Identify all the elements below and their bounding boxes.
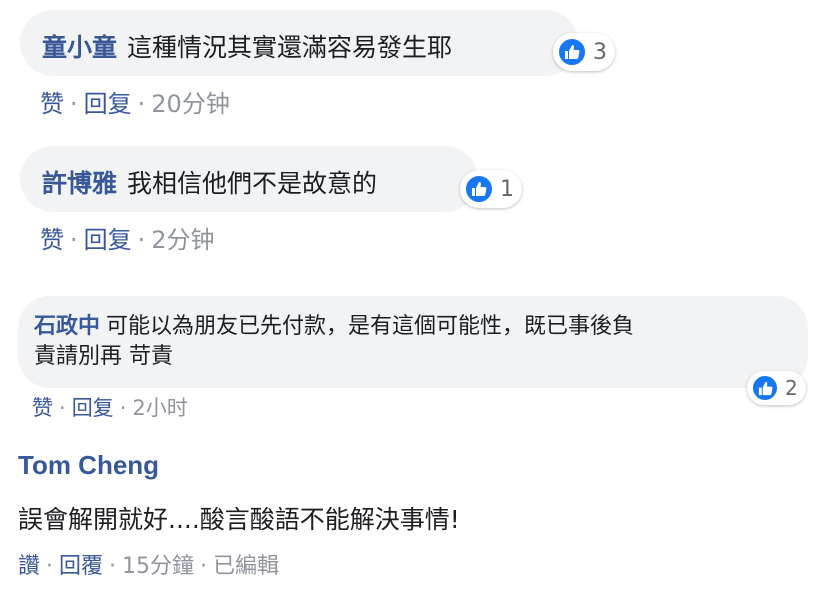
like-link[interactable]: 讚	[18, 554, 40, 579]
comment-text: 誤會解開就好....酸言酸語不能解決事情!	[18, 505, 460, 534]
separator-dot: ·	[200, 554, 208, 579]
reaction-count: 1	[500, 176, 514, 202]
separator-dot: ·	[46, 554, 54, 579]
timestamp[interactable]: 15分鐘	[122, 554, 194, 579]
comment-actions: 赞 · 回复 · 2小时	[32, 392, 188, 422]
reaction-count-badge[interactable]: 1	[460, 170, 522, 208]
comment-4: Tom Cheng 誤會解開就好....酸言酸語不能解決事情! 讚 · 回覆 · 15分…	[0, 438, 813, 596]
comment-actions: 赞 · 回复 · 2分钟	[40, 220, 215, 255]
reply-link[interactable]: 回复	[72, 396, 114, 420]
separator-dot: ·	[109, 554, 117, 579]
comment-text-line: 石政中 可能以為朋友已先付款，是有這個可能性，既已事後負	[34, 312, 808, 342]
comment-1: 童小童 這種情況其實還滿容易發生耶 3 赞 · 回复 · 20分钟	[0, 0, 722, 128]
reply-link[interactable]: 回复	[84, 226, 132, 254]
separator-dot: ·	[137, 90, 146, 118]
separator-dot: ·	[59, 396, 66, 420]
reaction-count-badge[interactable]: 3	[553, 33, 615, 71]
timestamp[interactable]: 2小时	[132, 396, 187, 420]
comment-text-line: 責請別再 苛責	[34, 344, 173, 369]
comment-2: 許博雅 我相信他們不是故意的 1 赞 · 回复 · 2分钟	[0, 140, 722, 264]
like-link[interactable]: 赞	[40, 90, 64, 118]
reply-link[interactable]: 回覆	[59, 554, 103, 579]
reaction-count: 3	[593, 39, 607, 65]
comment-author[interactable]: 石政中	[34, 314, 100, 339]
comment-text: 這種情況其實還滿容易發生耶	[127, 33, 453, 62]
separator-dot: ·	[70, 90, 78, 118]
comment-actions: 赞 · 回复 · 20分钟	[40, 84, 230, 119]
comment-text: 可能以為朋友已先付款，是有這個可能性，既已事後負	[106, 314, 635, 339]
separator-dot: ·	[137, 226, 146, 254]
like-icon	[464, 174, 494, 204]
comment-author[interactable]: 許博雅	[42, 169, 117, 198]
reply-link[interactable]: 回复	[84, 90, 132, 118]
comment-actions: 讚 · 回覆 · 15分鐘 · 已編輯	[18, 548, 279, 580]
comment-bubble: 石政中 可能以為朋友已先付款，是有這個可能性，既已事後負 責請別再 苛責	[18, 296, 808, 388]
reaction-count: 2	[785, 376, 798, 400]
like-icon	[557, 37, 587, 67]
timestamp[interactable]: 20分钟	[151, 90, 230, 118]
like-icon	[751, 374, 779, 402]
comment-author[interactable]: Tom Cheng	[18, 450, 159, 481]
like-link[interactable]: 赞	[32, 396, 53, 420]
reaction-count-badge[interactable]: 2	[747, 371, 806, 405]
comment-3: 石政中 可能以為朋友已先付款，是有這個可能性，既已事後負 責請別再 苛責 2 赞 ·…	[0, 282, 813, 422]
comment-text: 我相信他們不是故意的	[127, 169, 378, 198]
comment-bubble: 許博雅 我相信他們不是故意的	[20, 146, 478, 212]
comment-bubble: 童小童 這種情況其實還滿容易發生耶	[20, 10, 578, 76]
timestamp[interactable]: 2分钟	[151, 226, 214, 254]
separator-dot: ·	[70, 226, 78, 254]
comment-author[interactable]: 童小童	[42, 33, 117, 62]
like-link[interactable]: 赞	[40, 226, 64, 254]
edited-label[interactable]: 已編輯	[213, 554, 279, 579]
separator-dot: ·	[119, 396, 127, 420]
